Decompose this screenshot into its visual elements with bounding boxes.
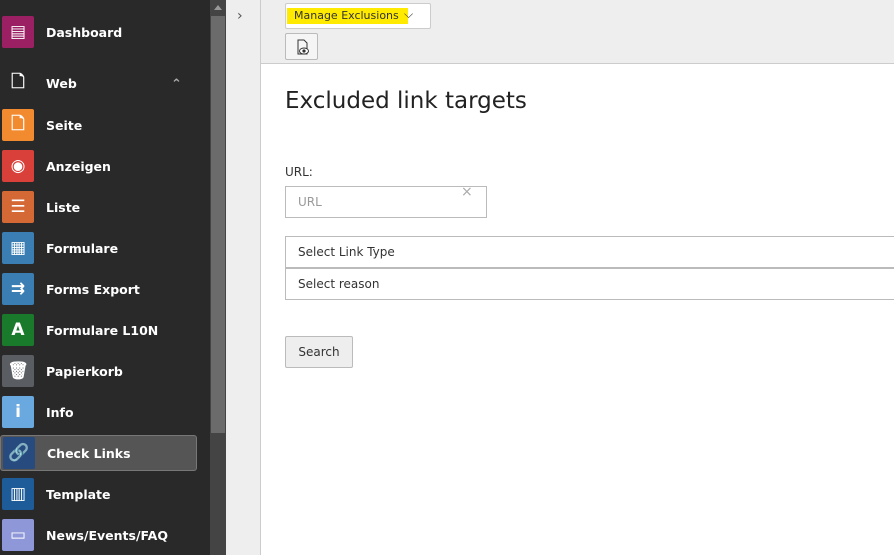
clear-icon[interactable]: × [461,184,473,200]
form-export-icon: ⇉ [2,273,34,305]
function-menu-select[interactable]: Manage Exclusions ⌵ [285,3,431,29]
module-sidebar: ▤ Dashboard 🗋 Web ⌃ 🗋 Seite ◉ Anzeigen ☰ Liste ▦ For… [0,0,210,555]
sidebar-item-label: Check Links [47,445,131,461]
scrollbar-thumb[interactable] [211,16,225,433]
sidebar-item-label: Template [46,486,111,502]
sidebar-item-label: Forms Export [46,281,140,297]
form-icon: ▦ [2,232,34,264]
sidebar-item-formulare-l10n[interactable]: A Formulare L10N [0,312,197,348]
sidebar-item-check-links[interactable]: 🔗 Check Links [0,435,197,471]
sidebar-item-info[interactable]: i Info [0,394,197,430]
sidebar-item-liste[interactable]: ☰ Liste [0,189,197,225]
sidebar-item-label: Formulare [46,240,119,256]
url-label: URL: [285,165,313,179]
tree-collapse-column: › [226,0,261,555]
sidebar-item-label: News/Events/FAQ [46,527,168,543]
sidebar-item-label: Papierkorb [46,363,123,379]
link-type-select[interactable]: Select Link Type [285,236,894,268]
form-l10n-icon: A [2,314,34,346]
link-icon: 🔗 [3,437,35,469]
page-icon: 🗋 [2,109,34,141]
dashboard-icon: ▤ [2,16,34,48]
sidebar-item-label: Info [46,404,74,420]
reason-select[interactable]: Select reason [285,268,894,300]
doc-header-toolbar: Manage Exclusions ⌵ [261,0,894,64]
sidebar-item-web[interactable]: 🗋 Web ⌃ [0,65,197,101]
trash-icon: 🗑 [2,355,34,387]
sidebar-item-label: Formulare L10N [46,322,159,338]
chevron-down-icon: ⌵ [404,7,414,21]
url-input[interactable] [285,186,487,218]
page-title: Excluded link targets [285,88,527,114]
sidebar-item-news-events-faq[interactable]: ▭ News/Events/FAQ [0,517,197,553]
info-icon: i [2,396,34,428]
sidebar-item-dashboard[interactable]: ▤ Dashboard [0,14,197,50]
sidebar-item-template[interactable]: ▥ Template [0,476,197,512]
view-page-icon [297,39,309,55]
sidebar-item-label: Liste [46,199,81,215]
page-icon: 🗋 [11,71,25,92]
sidebar-item-label: Web [46,75,77,91]
expand-chevron-icon[interactable]: › [237,8,243,24]
view-page-button[interactable] [285,33,318,60]
list-icon: ☰ [2,191,34,223]
sidebar-scrollbar[interactable] [210,0,226,555]
template-icon: ▥ [2,478,34,510]
sidebar-item-forms-export[interactable]: ⇉ Forms Export [0,271,197,307]
news-icon: ▭ [2,519,34,551]
sidebar-item-label: Anzeigen [46,158,111,174]
sidebar-item-label: Dashboard [46,24,123,40]
sidebar-item-seite[interactable]: 🗋 Seite [0,107,197,143]
search-button[interactable]: Search [285,336,353,368]
scroll-up-icon[interactable] [214,5,222,10]
sidebar-item-label: Seite [46,117,83,133]
sidebar-item-anzeigen[interactable]: ◉ Anzeigen [0,148,197,184]
collapse-chevron-icon[interactable]: ⌃ [171,77,182,92]
eye-icon: ◉ [2,150,34,182]
sidebar-item-papierkorb[interactable]: 🗑 Papierkorb [0,353,197,389]
sidebar-item-formulare[interactable]: ▦ Formulare [0,230,197,266]
